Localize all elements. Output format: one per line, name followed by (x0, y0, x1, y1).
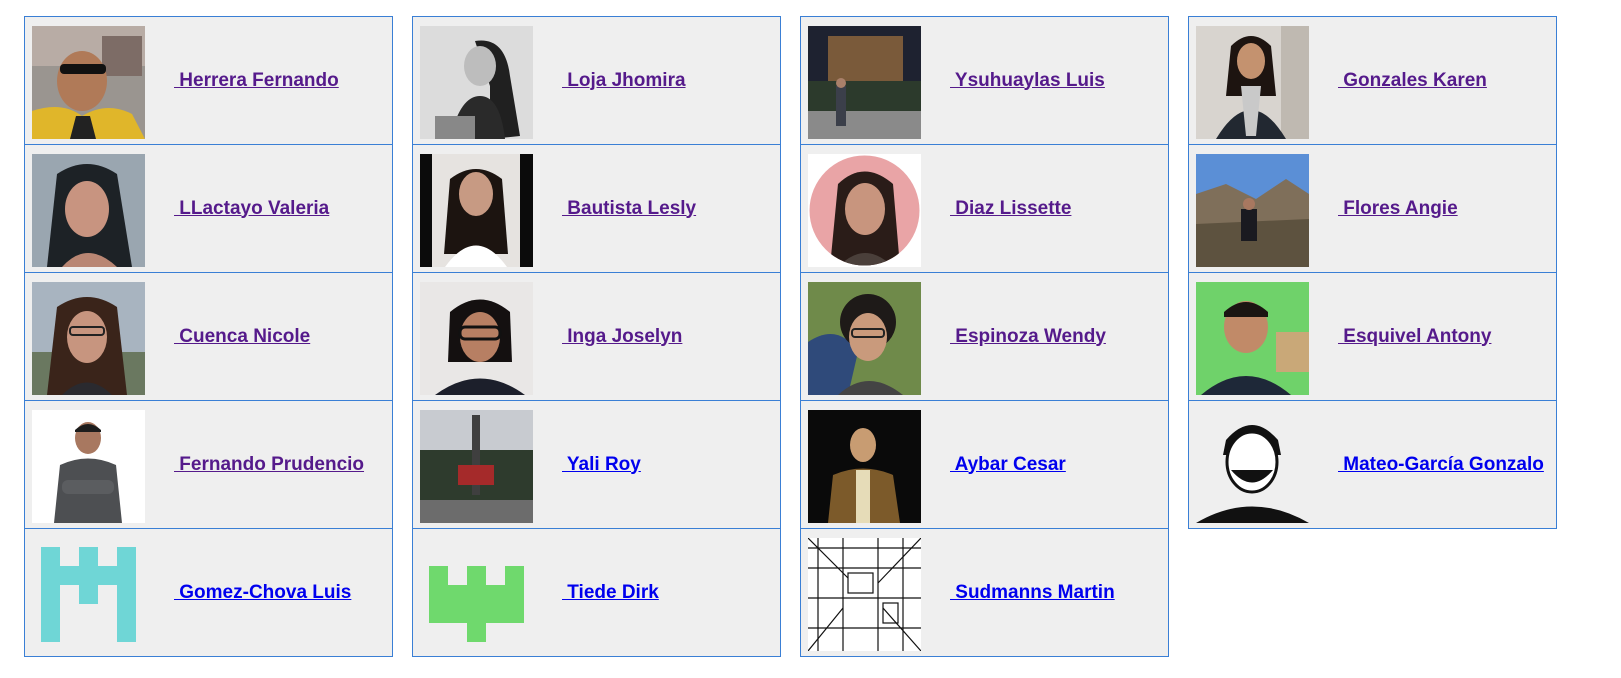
person-avatar[interactable] (808, 282, 921, 395)
person-avatar[interactable] (420, 538, 533, 651)
person-card: Esquivel Antony (1188, 272, 1557, 401)
person-card: Mateo-García Gonzalo (1188, 400, 1557, 529)
people-column-3: Ysuhuaylas Luis Diaz Lissette Espinoza W… (800, 16, 1169, 657)
person-name-link[interactable]: Gonzales Karen (1338, 17, 1487, 144)
person-avatar[interactable] (808, 538, 921, 651)
people-column-2: Loja Jhomira Bautista Lesly Inga Joselyn… (412, 16, 781, 657)
person-avatar[interactable] (1196, 282, 1309, 395)
person-name-link[interactable]: Fernando Prudencio (174, 401, 364, 528)
person-card: Espinoza Wendy (800, 272, 1169, 401)
person-name-link[interactable]: Diaz Lissette (950, 145, 1071, 272)
person-avatar[interactable] (420, 410, 533, 523)
person-name-link[interactable]: Cuenca Nicole (174, 273, 310, 400)
person-avatar[interactable] (32, 26, 145, 139)
person-card: Cuenca Nicole (24, 272, 393, 401)
person-card: Inga Joselyn (412, 272, 781, 401)
person-name-link[interactable]: Aybar Cesar (950, 401, 1066, 528)
person-avatar[interactable] (808, 154, 921, 267)
person-card: Herrera Fernando (24, 16, 393, 145)
people-column-1: Herrera Fernando LLactayo Valeria Cuenca… (24, 16, 393, 657)
person-name-link[interactable]: Loja Jhomira (562, 17, 685, 144)
person-name-link[interactable]: Tiede Dirk (562, 529, 659, 656)
person-card: Gomez-Chova Luis (24, 528, 393, 657)
person-avatar[interactable] (32, 538, 145, 651)
person-name-link[interactable]: Sudmanns Martin (950, 529, 1114, 656)
person-name-link[interactable]: Flores Angie (1338, 145, 1457, 272)
person-avatar[interactable] (1196, 154, 1309, 267)
person-name-link[interactable]: LLactayo Valeria (174, 145, 329, 272)
person-name-link[interactable]: Gomez-Chova Luis (174, 529, 351, 656)
person-avatar[interactable] (420, 26, 533, 139)
person-name-link[interactable]: Herrera Fernando (174, 17, 338, 144)
person-card: Tiede Dirk (412, 528, 781, 657)
person-name-link[interactable]: Esquivel Antony (1338, 273, 1491, 400)
person-card: Flores Angie (1188, 144, 1557, 273)
person-avatar[interactable] (1196, 26, 1309, 139)
person-avatar[interactable] (32, 282, 145, 395)
person-avatar[interactable] (32, 410, 145, 523)
person-avatar[interactable] (420, 154, 533, 267)
person-card: Fernando Prudencio (24, 400, 393, 529)
people-grid: Herrera Fernando LLactayo Valeria Cuenca… (24, 16, 1609, 664)
person-avatar[interactable] (32, 154, 145, 267)
person-card: Yali Roy (412, 400, 781, 529)
person-name-link[interactable]: Bautista Lesly (562, 145, 696, 272)
person-card: Gonzales Karen (1188, 16, 1557, 145)
person-card: Loja Jhomira (412, 16, 781, 145)
person-name-link[interactable]: Ysuhuaylas Luis (950, 17, 1105, 144)
people-column-4: Gonzales Karen Flores Angie Esquivel Ant… (1188, 16, 1557, 529)
person-avatar[interactable] (808, 26, 921, 139)
person-name-link[interactable]: Yali Roy (562, 401, 641, 528)
person-card: Aybar Cesar (800, 400, 1169, 529)
person-name-link[interactable]: Mateo-García Gonzalo (1338, 401, 1544, 528)
person-card: Ysuhuaylas Luis (800, 16, 1169, 145)
person-avatar[interactable] (420, 282, 533, 395)
person-avatar[interactable] (1196, 410, 1309, 523)
person-card: Sudmanns Martin (800, 528, 1169, 657)
person-card: Diaz Lissette (800, 144, 1169, 273)
person-card: LLactayo Valeria (24, 144, 393, 273)
person-card: Bautista Lesly (412, 144, 781, 273)
person-name-link[interactable]: Espinoza Wendy (950, 273, 1106, 400)
person-avatar[interactable] (808, 410, 921, 523)
person-name-link[interactable]: Inga Joselyn (562, 273, 682, 400)
